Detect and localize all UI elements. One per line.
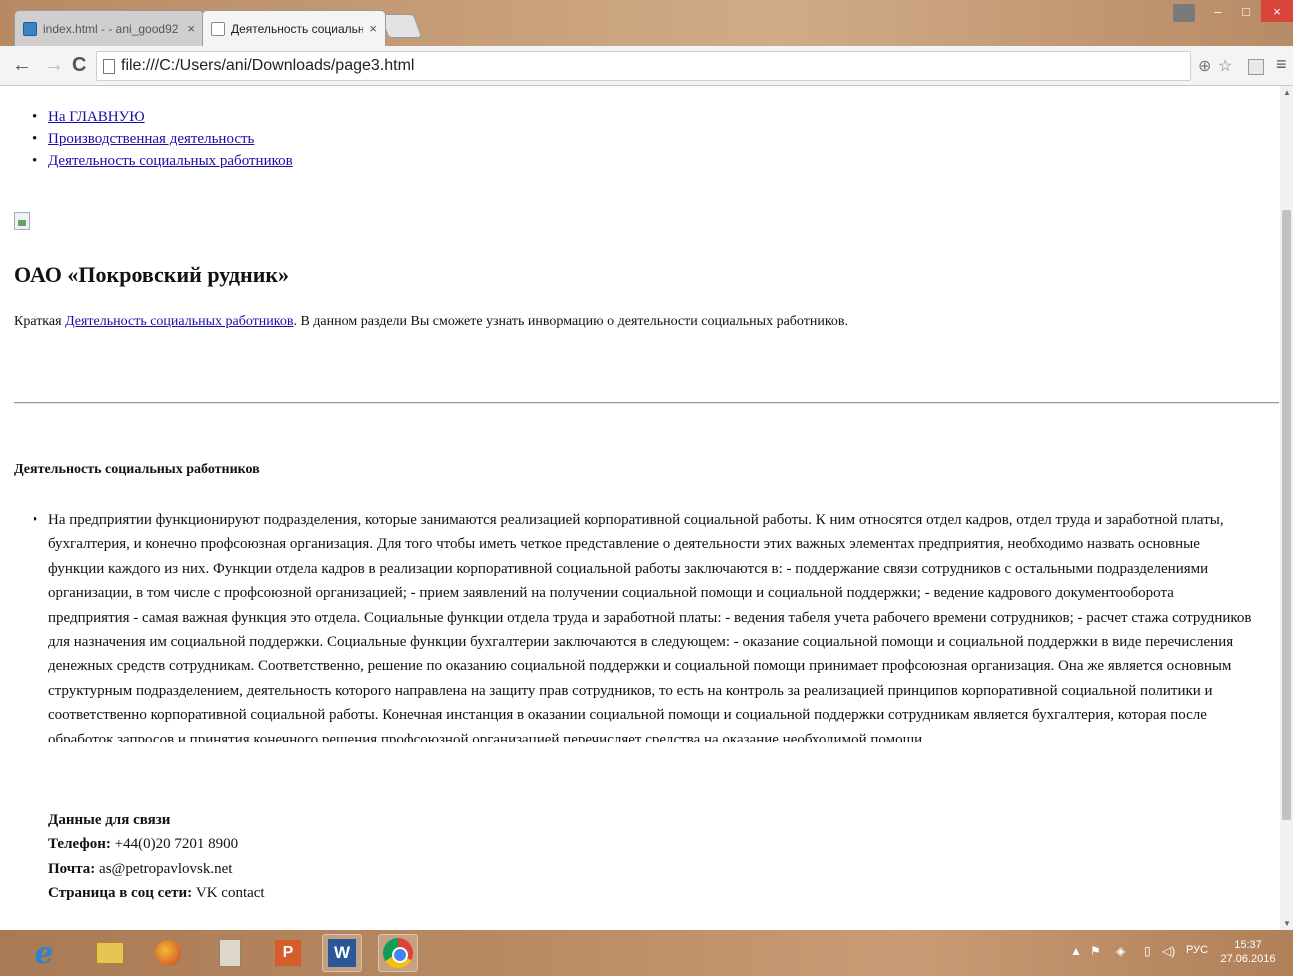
close-window-button[interactable]: × (1261, 0, 1293, 22)
phone-value: +44(0)20 7201 8900 (114, 836, 239, 853)
social-value: VK contact (195, 885, 265, 902)
forward-arrow-icon[interactable]: → (44, 54, 64, 76)
nav-link-social-workers[interactable]: Деятельность социальных работников (48, 153, 293, 169)
nav-link-production[interactable]: Производственная деятельность (48, 131, 254, 147)
phone-label: Телефон: (48, 836, 111, 853)
internet-explorer-icon[interactable]: e (24, 934, 64, 972)
body-list: На предприятии функционируют подразделен… (34, 508, 1254, 742)
chrome-icon[interactable] (378, 934, 418, 972)
tab-index[interactable]: index.html - - ani_good92 × (14, 10, 204, 46)
intro-link[interactable]: Деятельность социальных работников (65, 314, 293, 329)
word-icon[interactable]: W (322, 934, 362, 972)
new-tab-button[interactable] (379, 14, 423, 38)
mail-value: as@petropavlovsk.net (99, 860, 233, 877)
nav-item-social-workers: Деятельность социальных работников (32, 150, 293, 172)
tab-title: index.html - - ani_good92 (43, 21, 179, 36)
scroll-up-icon[interactable]: ▲ (1283, 88, 1291, 97)
contact-social: Страница в соц сети: VK contact (48, 881, 265, 905)
network-icon[interactable]: ◈ (1116, 944, 1125, 958)
page-viewport: На ГЛАВНУЮ Производственная деятельность… (0, 86, 1293, 930)
nav-item-home: На ГЛАВНУЮ (32, 106, 293, 128)
contact-phone: Телефон: +44(0)20 7201 8900 (48, 832, 265, 856)
zoom-icon[interactable]: ⊕ (1198, 56, 1211, 76)
extension-icon[interactable] (1248, 59, 1264, 75)
address-text[interactable]: file:///C:/Users/ani/Downloads/page3.htm… (121, 57, 414, 75)
system-clock[interactable]: 15:37 27.06.2016 (1218, 938, 1278, 966)
tab-active-page[interactable]: Деятельность социальны × (202, 10, 386, 46)
contact-mail: Почта: as@petropavlovsk.net (48, 857, 265, 881)
social-label: Страница в соц сети: (48, 885, 193, 902)
clock-date: 27.06.2016 (1220, 953, 1276, 965)
menu-icon[interactable]: ≡ (1276, 54, 1287, 75)
page-icon (103, 58, 115, 74)
volume-icon[interactable]: ◁) (1162, 944, 1175, 958)
broken-image-icon (14, 212, 30, 230)
file-explorer-icon[interactable] (90, 934, 130, 972)
html-file-icon (23, 21, 37, 36)
contact-heading: Данные для связи (48, 812, 171, 828)
contact-block: Данные для связи Телефон: +44(0)20 7201 … (48, 808, 265, 906)
address-bar[interactable]: file:///C:/Users/ani/Downloads/page3.htm… (96, 51, 1191, 81)
nav-item-production: Производственная деятельность (32, 128, 293, 150)
document-icon[interactable] (210, 934, 250, 972)
page-title: ОАО «Покровский рудник» (14, 262, 290, 287)
tab-close-icon[interactable]: × (187, 21, 195, 36)
windows-taskbar: e P W ▲ ⚑ ◈ ▯ ◁) РУС 15:37 27.06.2016 (0, 930, 1293, 976)
browser-toolbar: ← → C file:///C:/Users/ani/Downloads/pag… (0, 46, 1293, 86)
tray-expand-icon[interactable]: ▲ (1070, 944, 1082, 958)
maximize-button[interactable]: □ (1233, 0, 1259, 22)
mozilla-icon[interactable] (148, 934, 188, 972)
section-title: Деятельность социальных работников (14, 462, 260, 477)
back-arrow-icon[interactable]: ← (12, 54, 32, 76)
clock-time: 15:37 (1234, 939, 1262, 951)
page-icon (211, 21, 225, 36)
intro-paragraph: Краткая Деятельность социальных работник… (14, 314, 848, 330)
browser-titlebar: index.html - - ani_good92 × Деятельность… (0, 0, 1293, 46)
battery-icon[interactable]: ▯ (1144, 944, 1151, 958)
intro-suffix: . В данном раздели Вы сможете узнать инв… (293, 314, 849, 329)
nav-link-home[interactable]: На ГЛАВНУЮ (48, 109, 145, 125)
scroll-down-icon[interactable]: ▼ (1283, 919, 1291, 928)
bookmark-star-icon[interactable]: ☆ (1218, 56, 1232, 76)
scroll-thumb[interactable] (1282, 210, 1291, 820)
intro-prefix: Краткая (14, 314, 62, 329)
minimize-button[interactable]: – (1205, 0, 1231, 22)
body-paragraph: На предприятии функционируют подразделен… (34, 508, 1254, 742)
site-navigation: На ГЛАВНУЮ Производственная деятельность… (32, 106, 293, 172)
powerpoint-icon[interactable]: P (268, 934, 308, 972)
tab-title: Деятельность социальны (231, 21, 364, 36)
horizontal-divider (14, 402, 1279, 404)
reload-icon[interactable]: C (72, 54, 86, 76)
vertical-scrollbar[interactable]: ▲ ▼ (1280, 86, 1293, 930)
user-profile-icon[interactable] (1173, 4, 1195, 22)
mail-label: Почта: (48, 860, 96, 877)
tab-close-icon[interactable]: × (369, 21, 377, 36)
language-indicator[interactable]: РУС (1186, 944, 1208, 956)
action-center-flag-icon[interactable]: ⚑ (1090, 944, 1101, 958)
